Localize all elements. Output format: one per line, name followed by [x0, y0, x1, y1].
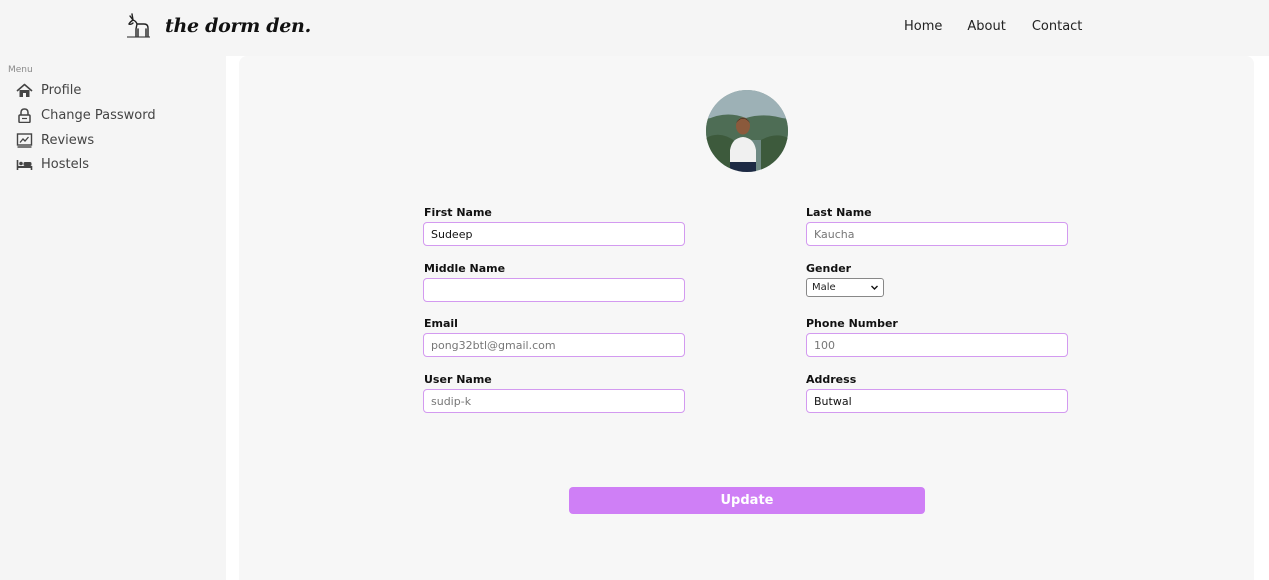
sidebar-item-label: Profile — [41, 83, 82, 98]
main-nav: Home About Contact — [904, 19, 1082, 34]
sidebar-item-profile[interactable]: Profile — [16, 83, 81, 98]
last-name-label: Last Name — [806, 206, 872, 219]
first-name-label: First Name — [424, 206, 492, 219]
lock-icon — [18, 108, 31, 123]
top-navbar: the dorm den. Home About Contact — [0, 0, 1269, 56]
middle-name-label: Middle Name — [424, 262, 506, 275]
nav-home-link[interactable]: Home — [904, 19, 942, 34]
gender-select[interactable]: Male — [806, 278, 884, 297]
email-input[interactable] — [423, 333, 685, 357]
brand-name: the dorm den. — [165, 15, 311, 37]
sidebar-item-label: Hostels — [41, 157, 89, 172]
avatar-photo — [706, 90, 788, 172]
reviews-icon — [16, 133, 33, 148]
sidebar-item-label: Change Password — [41, 108, 156, 123]
nav-about-link[interactable]: About — [967, 19, 1005, 34]
user-name-input[interactable] — [423, 389, 685, 413]
first-name-input[interactable] — [423, 222, 685, 246]
phone-number-label: Phone Number — [806, 317, 898, 330]
goat-logo-icon — [127, 13, 150, 38]
email-label: Email — [424, 317, 458, 330]
bed-icon — [16, 160, 33, 170]
profile-avatar[interactable] — [706, 90, 788, 172]
sidebar: Menu Profile Change Password Reviews Hos… — [0, 56, 226, 580]
sidebar-item-label: Reviews — [41, 133, 95, 148]
middle-name-input[interactable] — [423, 278, 685, 302]
address-label: Address — [806, 373, 857, 386]
sidebar-item-hostels[interactable]: Hostels — [16, 157, 89, 172]
sidebar-item-change-password[interactable]: Change Password — [16, 108, 156, 123]
chevron-down-icon — [871, 285, 878, 290]
brand[interactable]: the dorm den. — [124, 12, 311, 40]
phone-number-input[interactable] — [806, 333, 1068, 357]
gender-label: Gender — [806, 262, 852, 275]
sidebar-item-reviews[interactable]: Reviews — [16, 133, 94, 148]
last-name-input[interactable] — [806, 222, 1068, 246]
nav-contact-link[interactable]: Contact — [1032, 19, 1083, 34]
update-button[interactable]: Update — [569, 487, 925, 514]
gender-selected-value: Male — [812, 282, 836, 293]
home-icon — [16, 83, 33, 97]
address-input[interactable] — [806, 389, 1068, 413]
user-name-label: User Name — [424, 373, 492, 386]
menu-label: Menu — [8, 65, 33, 75]
